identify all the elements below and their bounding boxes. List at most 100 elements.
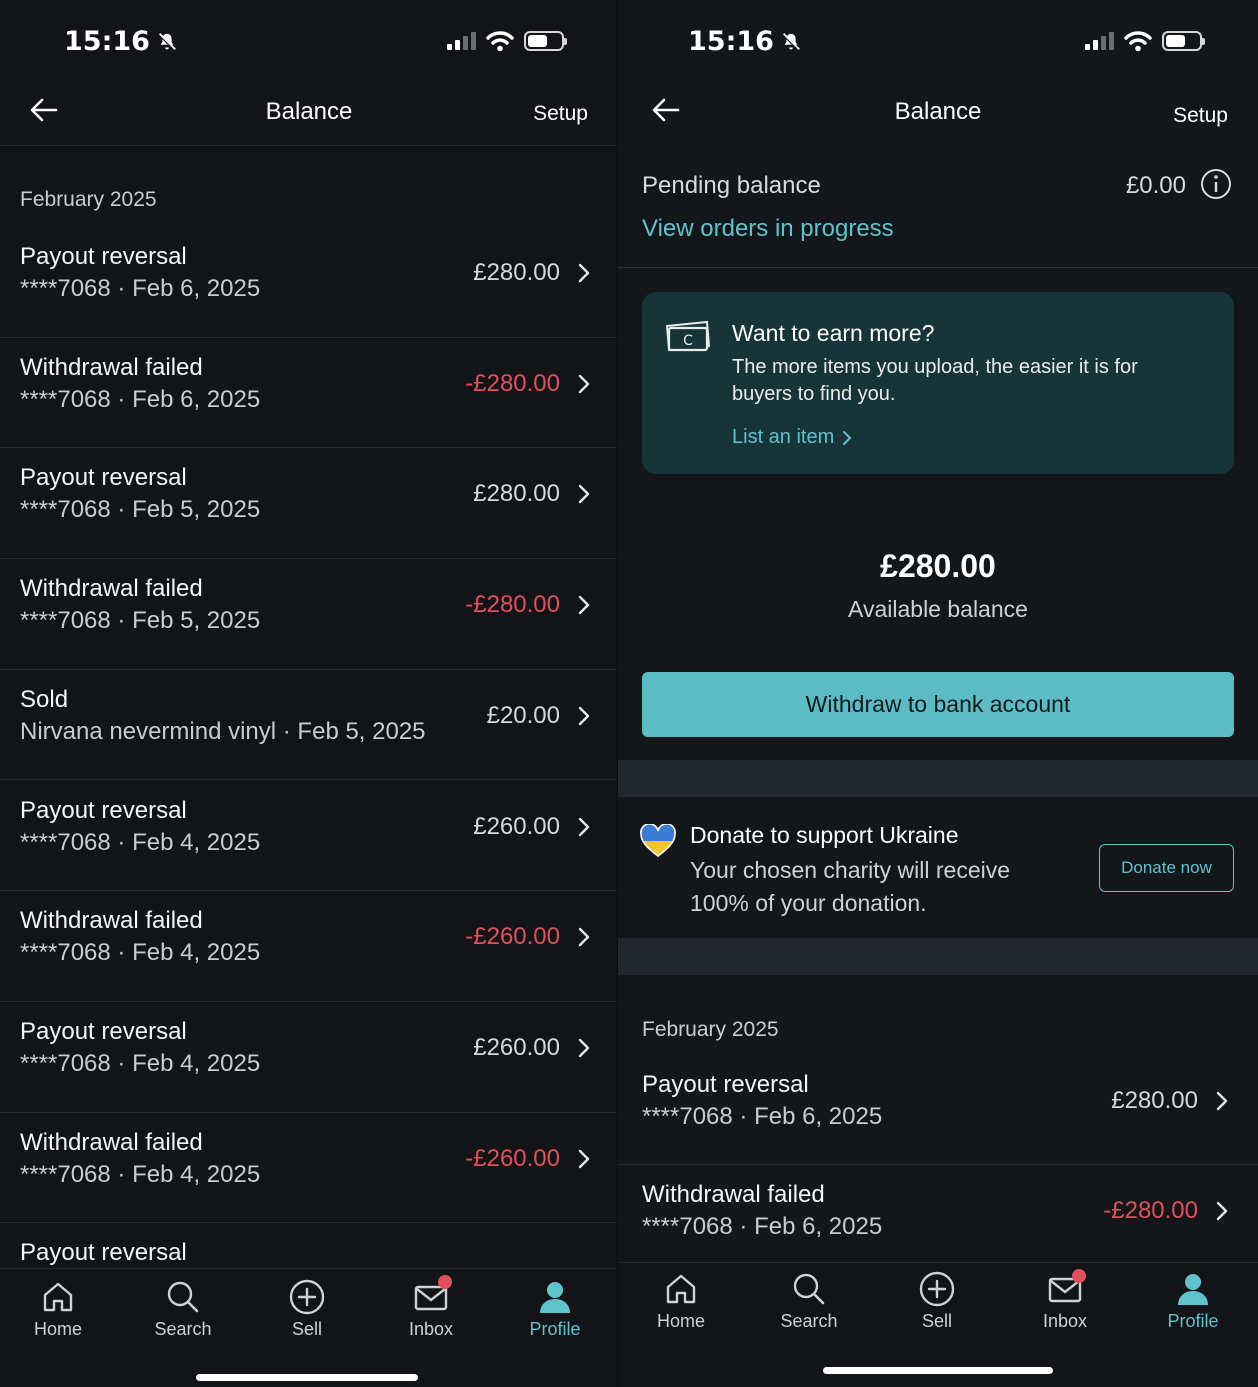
- transaction-amount: -£280.00: [465, 369, 560, 397]
- ukraine-heart-icon: [640, 824, 676, 858]
- transaction-subtitle: ****7068 · Feb 5, 2025: [20, 607, 261, 635]
- status-time-group: 15:16: [688, 26, 802, 57]
- transaction-row[interactable]: Payout reversal ****7068 · Feb 6, 2025 £28…: [618, 1055, 1258, 1165]
- available-balance-label: Available balance: [848, 596, 1028, 622]
- transaction-subtitle: ****7068 · Feb 4, 2025: [20, 828, 261, 856]
- transaction-row[interactable]: Withdrawal failed ****7068 · Feb 5, 2025 -…: [0, 559, 618, 670]
- plus-circle-icon: [919, 1271, 955, 1307]
- tab-search[interactable]: Search: [754, 1271, 864, 1332]
- inbox-notification-dot: [1072, 1269, 1086, 1283]
- status-time-group: 15:16: [64, 26, 178, 57]
- section-spacer: [618, 760, 1258, 797]
- pending-balance-amount: £0.00: [1125, 172, 1186, 199]
- transaction-amount: £280.00: [1111, 1087, 1198, 1114]
- transaction-amount: -£260.00: [465, 1144, 560, 1172]
- search-icon: [167, 1281, 199, 1313]
- tab-profile-label: Profile: [1167, 1311, 1219, 1331]
- transaction-title: Payout reversal: [20, 464, 187, 492]
- transaction-title: Withdrawal failed: [20, 1128, 203, 1156]
- donate-now-button[interactable]: Donate now: [1099, 844, 1234, 892]
- transaction-subtitle: ****7068 · Feb 4, 2025: [20, 939, 261, 967]
- donate-text: Your chosen charity will receive 100% of…: [690, 857, 1011, 916]
- status-icons: [447, 30, 567, 52]
- status-time: 15:16: [688, 26, 774, 57]
- available-balance-amount: £280.00: [880, 548, 996, 584]
- tab-home[interactable]: Home: [626, 1271, 736, 1332]
- tab-inbox[interactable]: Inbox: [1010, 1269, 1120, 1332]
- transaction-amount: £20.00: [486, 701, 560, 729]
- view-orders-link[interactable]: View orders in progress: [642, 215, 894, 243]
- transaction-title: Payout reversal: [20, 1239, 187, 1267]
- info-icon[interactable]: [1200, 168, 1232, 200]
- home-indicator[interactable]: [823, 1367, 1053, 1374]
- transaction-title: Withdrawal failed: [20, 907, 203, 935]
- home-indicator[interactable]: [196, 1374, 418, 1381]
- chevron-right-icon: [578, 927, 590, 947]
- tab-inbox[interactable]: Inbox: [376, 1275, 486, 1340]
- transaction-row[interactable]: Payout reversal ****7068 · Feb 4, 2025 £26…: [0, 1002, 618, 1113]
- transaction-amount: £260.00: [473, 1033, 560, 1061]
- tab-bar: Home Search Sell Inbox Profile: [618, 1262, 1258, 1387]
- tab-sell[interactable]: Sell: [882, 1271, 992, 1332]
- transaction-title: Withdrawal failed: [20, 353, 203, 381]
- tab-profile[interactable]: Profile: [500, 1279, 610, 1340]
- battery-icon: [1162, 31, 1205, 51]
- withdraw-button[interactable]: Withdraw to bank account: [642, 672, 1234, 737]
- inbox-notification-dot: [438, 1275, 452, 1289]
- transaction-subtitle: ****7068 · Feb 5, 2025: [20, 496, 261, 524]
- battery-icon: [524, 31, 567, 51]
- transaction-subtitle: ****7068 · Feb 6, 2025: [20, 385, 261, 413]
- transaction-row[interactable]: Withdrawal failed ****7068 · Feb 6, 2025 -…: [618, 1165, 1258, 1275]
- chevron-right-icon: [578, 374, 590, 393]
- status-bar: 15:16: [618, 20, 1258, 66]
- status-time: 15:16: [64, 26, 150, 57]
- section-spacer: [618, 938, 1258, 975]
- pending-balance-label: Pending balance: [642, 172, 821, 199]
- transaction-row[interactable]: Payout reversal ****7068 · Feb 5, 2025 £28…: [0, 448, 618, 560]
- bell-off-icon: [157, 32, 177, 51]
- tab-search-label: Search: [154, 1319, 212, 1339]
- transaction-row[interactable]: Withdrawal failed ****7068 · Feb 6, 2025 -…: [0, 338, 618, 449]
- plus-circle-icon: [289, 1279, 325, 1315]
- month-heading: February 2025: [642, 1018, 779, 1041]
- transaction-row[interactable]: Withdrawal failed ****7068 · Feb 4, 2025 -…: [0, 1113, 618, 1224]
- chevron-right-icon: [578, 1149, 590, 1168]
- list-item-label: List an item: [732, 426, 835, 448]
- list-item-link[interactable]: List an item: [732, 426, 852, 449]
- transaction-amount: £280.00: [473, 259, 560, 286]
- transaction-title: Withdrawal failed: [20, 575, 203, 603]
- cellular-signal-icon: [447, 32, 476, 50]
- setup-link[interactable]: Setup: [533, 102, 588, 126]
- chevron-right-icon: [578, 263, 590, 283]
- tab-sell[interactable]: Sell: [252, 1279, 362, 1340]
- transaction-amount: £280.00: [473, 480, 560, 508]
- divider: [618, 267, 1258, 268]
- transaction-subtitle: ****7068 · Feb 6, 2025: [20, 275, 261, 302]
- transaction-amount: -£280.00: [1103, 1197, 1198, 1224]
- transaction-row[interactable]: Sold Nirvana nevermind vinyl · Feb 5, 202…: [0, 670, 618, 781]
- left-screen: 15:16 Balance Setup February 2025 Payout…: [0, 0, 618, 1387]
- transaction-title: Payout reversal: [20, 796, 187, 824]
- tab-search[interactable]: Search: [128, 1279, 238, 1340]
- transaction-row[interactable]: Withdrawal failed ****7068 · Feb 4, 2025 -…: [0, 891, 618, 1002]
- transaction-amount: £260.00: [473, 812, 560, 840]
- tab-home[interactable]: Home: [3, 1279, 113, 1340]
- promo-text: The more items you upload, the easier it…: [732, 356, 1138, 405]
- page-title: Balance: [894, 98, 982, 125]
- tab-profile[interactable]: Profile: [1138, 1271, 1248, 1332]
- setup-link[interactable]: Setup: [1173, 104, 1228, 128]
- header: Balance Setup: [618, 80, 1258, 144]
- search-icon: [793, 1273, 825, 1305]
- transaction-subtitle: ****7068 · Feb 6, 2025: [642, 1103, 883, 1130]
- transaction-subtitle: ****7068 · Feb 4, 2025: [20, 1049, 261, 1077]
- banknote-icon: C: [665, 320, 711, 352]
- wifi-icon: [486, 31, 514, 52]
- tab-inbox-label: Inbox: [1042, 1311, 1088, 1331]
- donate-title: Donate to support Ukraine: [690, 822, 959, 848]
- transaction-row[interactable]: Payout reversal ****7068 · Feb 4, 2025 £26…: [0, 781, 618, 892]
- transaction-title: Withdrawal failed: [642, 1181, 825, 1208]
- tab-search-label: Search: [780, 1311, 838, 1331]
- transaction-row[interactable]: Payout reversal ****7068 · Feb 6, 2025 £28…: [0, 227, 618, 338]
- month-heading: February 2025: [20, 188, 157, 211]
- wifi-icon: [1124, 31, 1152, 52]
